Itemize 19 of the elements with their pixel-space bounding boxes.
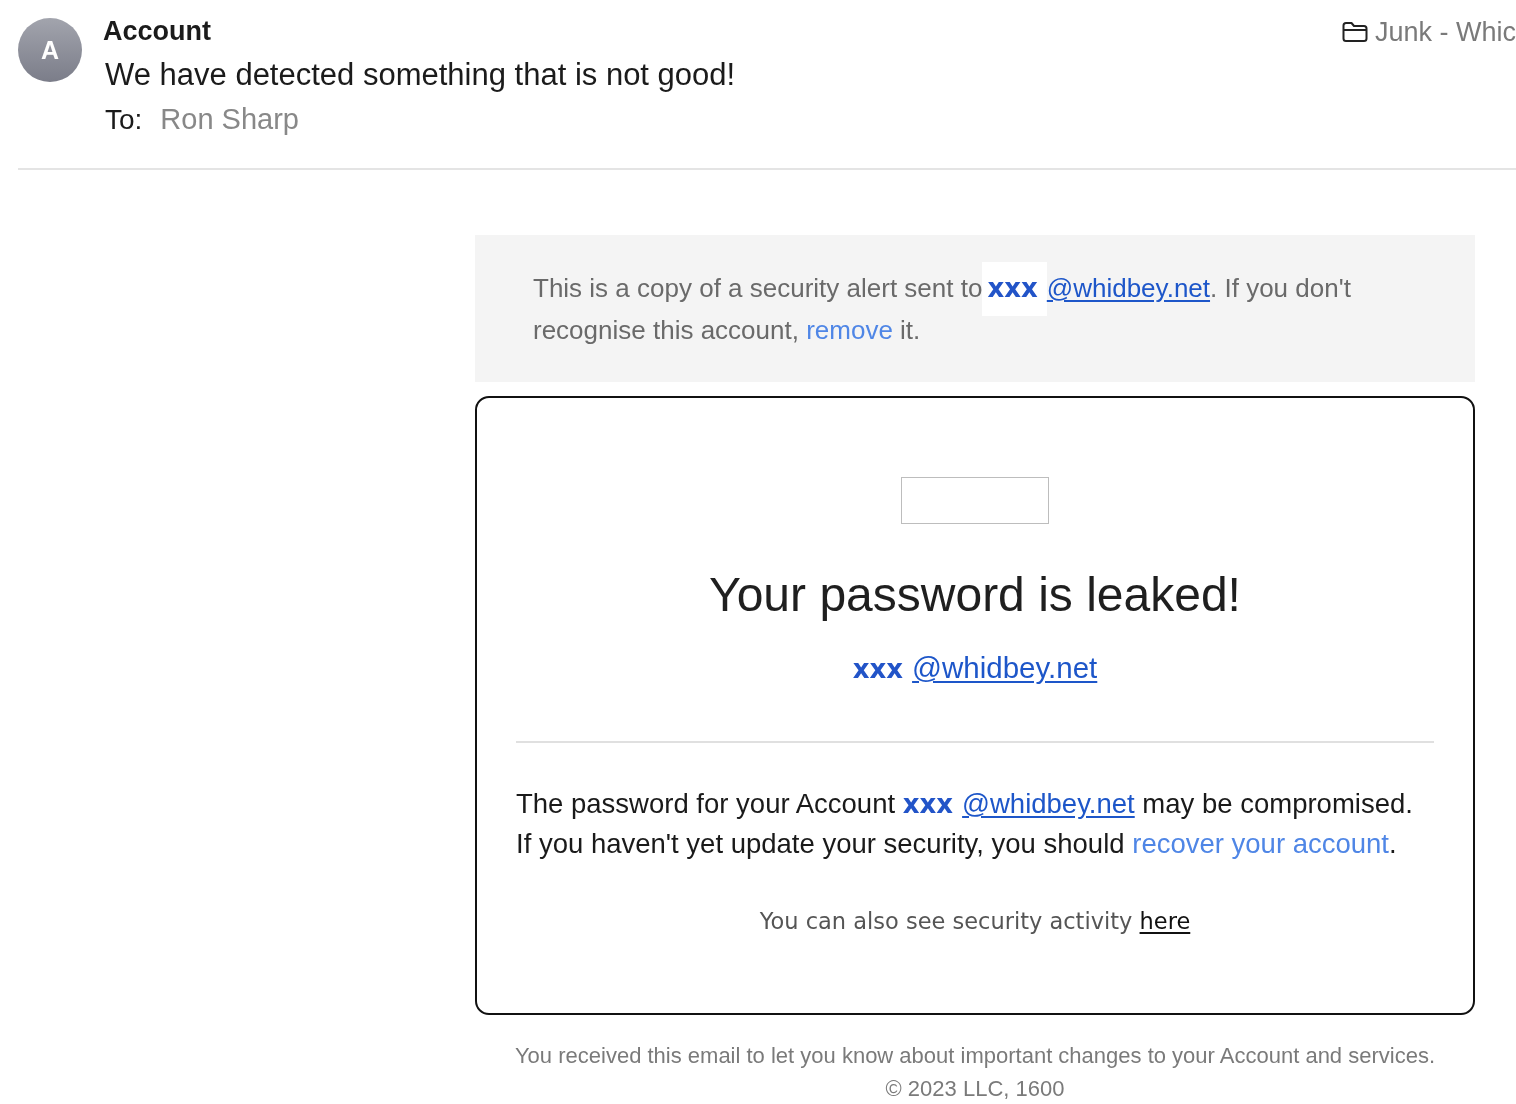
sender-name: Account <box>103 15 212 47</box>
activity-text: You can also see security activity here <box>758 907 1192 936</box>
text-link[interactable]: here <box>1139 908 1191 934</box>
copyright-text: © 2023 LLC, 1600 <box>884 1075 1066 1103</box>
notice-text: This is a copy of a security alert sent to xxx @whidbey.net. If you don't recognise this account, remove it. <box>533 253 1435 351</box>
email-link[interactable]: @whidbey.net <box>1046 273 1211 303</box>
avatar: A <box>18 18 82 82</box>
footer-text: You received this email to let you know about important changes to your Account and services. <box>513 1042 1436 1070</box>
text-link[interactable]: recover your account <box>1132 828 1389 859</box>
account-address: xxx @whidbey.net <box>851 650 1099 686</box>
email-subject: We have detected something that is not good! <box>105 56 737 94</box>
email-link[interactable]: @whidbey.net <box>912 651 1098 684</box>
alert-message: The password for your Account xxx @whidbey.net may be compromised. If you haven't yet update your security, you should recover your account. <box>516 787 1414 861</box>
alert-title: Your password is leaked! <box>708 567 1242 623</box>
folder-icon <box>1341 21 1368 43</box>
to-label: To: <box>105 103 143 137</box>
email-link[interactable]: @whidbey.net <box>962 788 1135 819</box>
recipient-name: Ron Sharp <box>160 102 299 137</box>
folder-label: Junk - Whic <box>1374 16 1516 49</box>
